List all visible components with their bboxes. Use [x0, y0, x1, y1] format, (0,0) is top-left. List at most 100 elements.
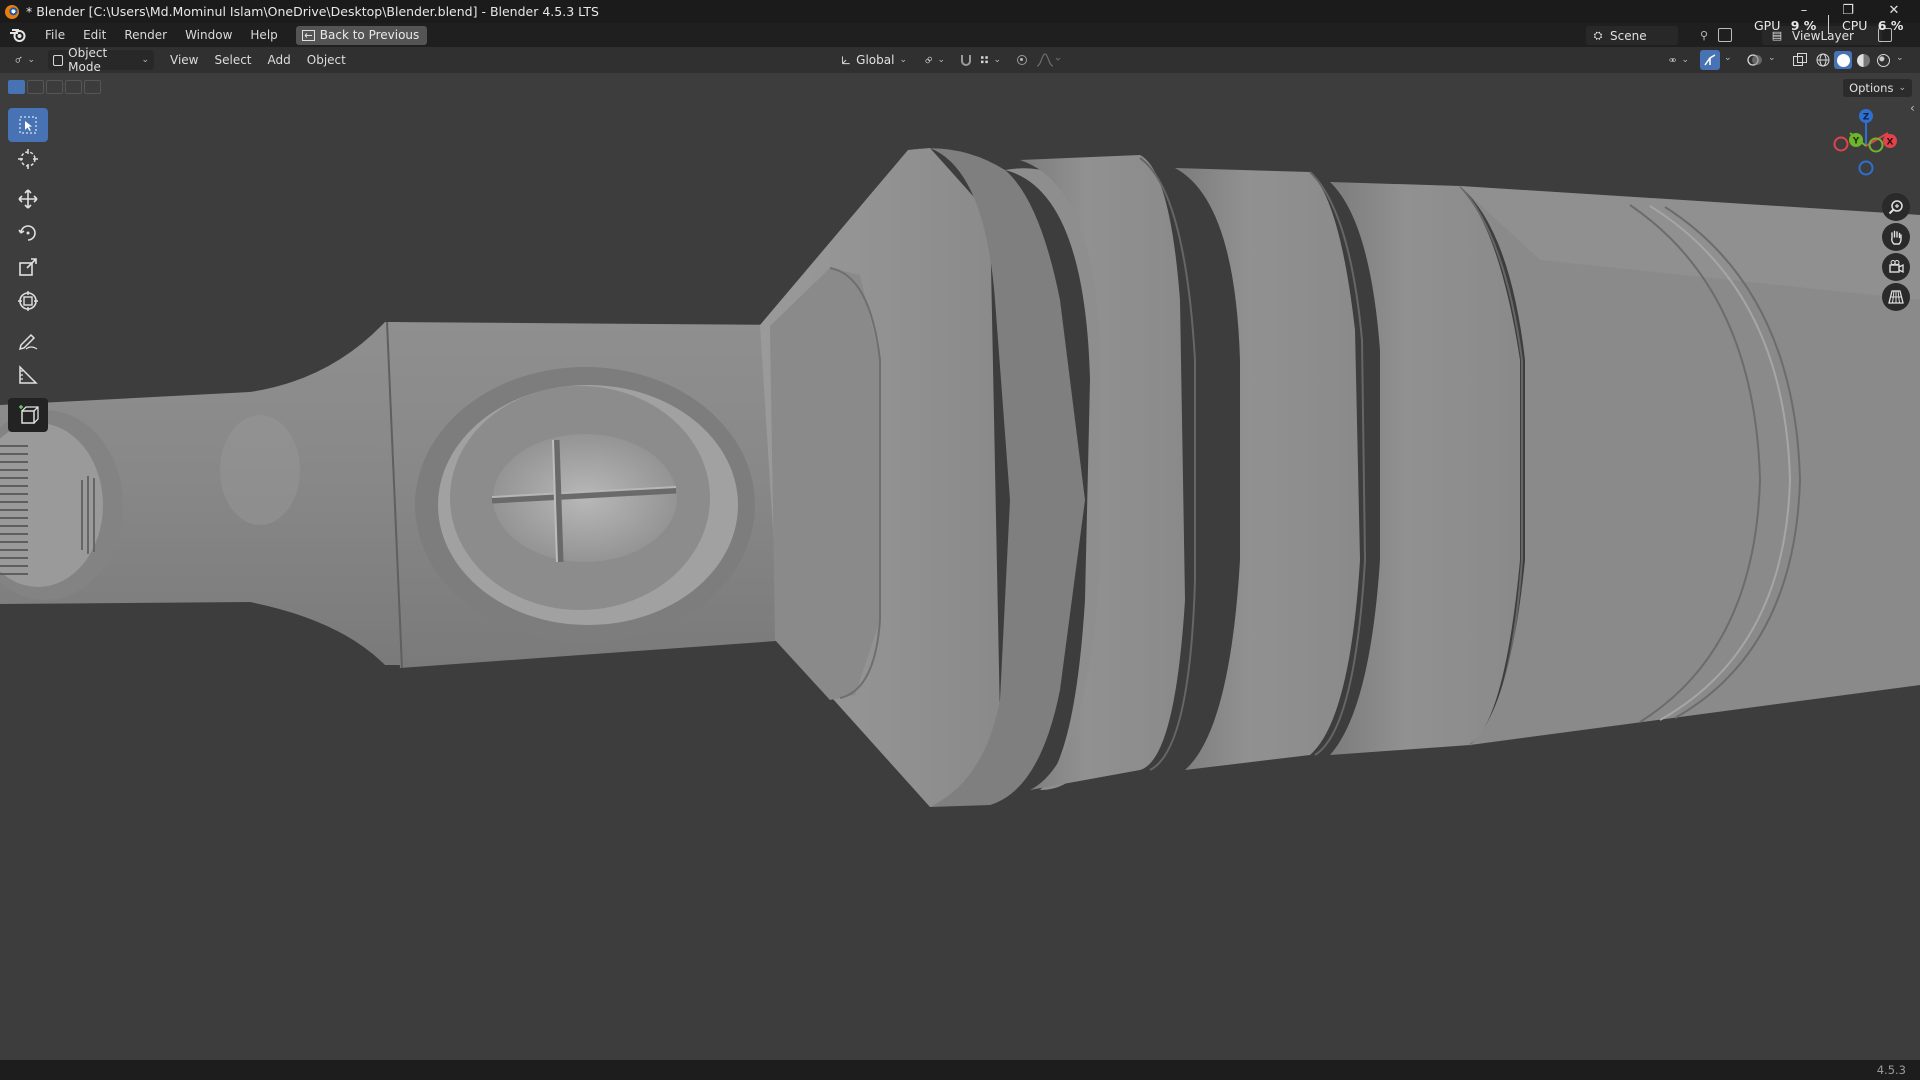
- material-shading-icon[interactable]: [1854, 51, 1872, 69]
- mode-label: Object Mode: [68, 46, 108, 74]
- falloff-icon[interactable]: [1036, 52, 1062, 68]
- menu-view[interactable]: View: [162, 53, 206, 67]
- shading-mode-group: [1814, 51, 1892, 69]
- zoom-button[interactable]: [1882, 193, 1910, 221]
- tool-add-cube[interactable]: [8, 398, 48, 432]
- tool-cursor[interactable]: [8, 142, 48, 176]
- cursor-icon: [18, 149, 38, 169]
- measure-ruler-icon: [19, 365, 38, 384]
- eye-icon: [1669, 57, 1677, 63]
- 3d-model-render: [0, 148, 1920, 807]
- camera-icon: [1889, 260, 1904, 274]
- zoom-icon: [1888, 200, 1903, 215]
- menu-add[interactable]: Add: [260, 53, 299, 67]
- editor-type-selector[interactable]: ⌄: [10, 50, 40, 70]
- menu-edit[interactable]: Edit: [74, 23, 115, 47]
- new-scene-icon[interactable]: [1718, 28, 1732, 42]
- hand-pan-icon: [1891, 230, 1902, 245]
- gizmo-y-label: Y: [1852, 137, 1860, 147]
- chevron-down-icon: ⌄: [141, 55, 149, 65]
- restore-button[interactable]: ❐: [1826, 0, 1870, 20]
- pin-icon[interactable]: ⚲: [1700, 29, 1708, 42]
- solid-shading-icon[interactable]: [1834, 51, 1852, 69]
- pivot-point-selector[interactable]: ⌄: [920, 50, 950, 70]
- sidebar-toggle-icon[interactable]: ‹: [1910, 101, 1915, 115]
- gizmo-z-label: Z: [1863, 113, 1870, 123]
- gizmo-dropdown-icon[interactable]: ⌄: [1724, 53, 1732, 63]
- chevron-down-icon: ⌄: [937, 55, 945, 65]
- wireframe-shading-icon[interactable]: [1814, 51, 1832, 69]
- window-title: * Blender [C:\Users\Md.Mominul Islam\One…: [26, 4, 599, 19]
- tool-rotate[interactable]: [8, 216, 48, 250]
- proportional-editing-icon[interactable]: [1014, 52, 1030, 68]
- visibility-selector[interactable]: ⌄: [1664, 50, 1694, 70]
- selection-mode-group: [8, 80, 101, 94]
- gizmo-neg-x[interactable]: [1833, 136, 1849, 152]
- grid-perspective-icon: [1888, 290, 1904, 304]
- overlays-toggle-icon[interactable]: [1746, 52, 1764, 68]
- pan-button[interactable]: [1882, 223, 1910, 251]
- select-new-icon[interactable]: [8, 80, 25, 94]
- select-box-icon: [19, 116, 37, 134]
- navigation-gizmo[interactable]: Z X Y: [1826, 106, 1906, 186]
- overlays-dropdown-icon[interactable]: ⌄: [1768, 53, 1776, 63]
- blender-logo-icon: [5, 4, 19, 19]
- tool-transform[interactable]: [8, 284, 48, 318]
- menu-select[interactable]: Select: [206, 53, 259, 67]
- snap-grid-icon: [981, 56, 988, 64]
- menu-object[interactable]: Object: [299, 53, 354, 67]
- menu-help[interactable]: Help: [241, 23, 286, 47]
- tool-shelf: [8, 108, 48, 432]
- viewport-header: ⌄ Object Mode ⌄ View Select Add Object G…: [0, 46, 1920, 74]
- tool-scale[interactable]: [8, 250, 48, 284]
- orientation-label: Global: [856, 53, 895, 67]
- select-invert-icon[interactable]: [65, 80, 82, 94]
- options-dropdown[interactable]: Options ⌄: [1843, 79, 1912, 97]
- back-to-previous-button[interactable]: Back to Previous: [295, 25, 428, 45]
- snap-target-selector[interactable]: ⌄: [976, 50, 1006, 70]
- menu-render[interactable]: Render: [115, 23, 176, 47]
- snap-toggle-icon[interactable]: [958, 52, 974, 68]
- cpu-value: 6 %: [1877, 18, 1904, 33]
- menu-file[interactable]: File: [36, 23, 74, 47]
- close-button[interactable]: ✕: [1872, 0, 1916, 20]
- rendered-shading-icon[interactable]: [1874, 51, 1892, 69]
- chevron-down-icon: ⌄: [1898, 83, 1906, 93]
- gizmo-x-label: X: [1887, 138, 1894, 148]
- transform-orientation-selector[interactable]: Global ⌄: [836, 50, 912, 70]
- scene-actions: ⚲: [1680, 26, 1716, 45]
- minimize-button[interactable]: –: [1782, 0, 1826, 20]
- chevron-down-icon: ⌄: [993, 55, 1001, 65]
- select-intersect-icon[interactable]: [84, 80, 101, 94]
- shading-dropdown-icon[interactable]: ⌄: [1896, 53, 1904, 63]
- add-cube-icon: [19, 405, 39, 424]
- gpu-value: 9 %: [1790, 18, 1817, 33]
- gizmo-neg-z[interactable]: [1858, 160, 1874, 176]
- annotate-pencil-icon: [18, 333, 38, 351]
- chevron-down-icon: ⌄: [1681, 55, 1689, 65]
- transform-icon: [18, 291, 38, 311]
- camera-view-button[interactable]: [1882, 253, 1910, 281]
- tool-move[interactable]: [8, 182, 48, 216]
- chevron-down-icon: ⌄: [27, 55, 35, 65]
- select-extend-icon[interactable]: [27, 80, 44, 94]
- back-to-previous-label: Back to Previous: [319, 28, 420, 42]
- title-bar: * Blender [C:\Users\Md.Mominul Islam\One…: [0, 0, 1920, 23]
- menu-window[interactable]: Window: [176, 23, 241, 47]
- scene-name: Scene: [1610, 28, 1647, 43]
- projection-toggle-button[interactable]: [1882, 283, 1910, 311]
- move-icon: [18, 189, 38, 209]
- tool-annotate[interactable]: [8, 324, 48, 358]
- status-bar: 4.5.3: [0, 1060, 1920, 1080]
- gizmo-toggle-icon[interactable]: [1700, 50, 1720, 70]
- 3d-viewport[interactable]: Options ⌄ Z X Y ‹: [0, 73, 1920, 1060]
- blender-menu-icon[interactable]: [9, 28, 27, 42]
- select-subtract-icon[interactable]: [46, 80, 63, 94]
- tool-measure[interactable]: [8, 358, 48, 392]
- mode-selector[interactable]: Object Mode ⌄: [48, 46, 154, 74]
- scene-selector[interactable]: ⛭ Scene: [1586, 26, 1678, 45]
- tool-select-box[interactable]: [8, 108, 48, 142]
- gpu-label: GPU: [1754, 18, 1781, 33]
- version-label: 4.5.3: [1876, 1063, 1906, 1077]
- xray-toggle-icon[interactable]: [1792, 52, 1808, 68]
